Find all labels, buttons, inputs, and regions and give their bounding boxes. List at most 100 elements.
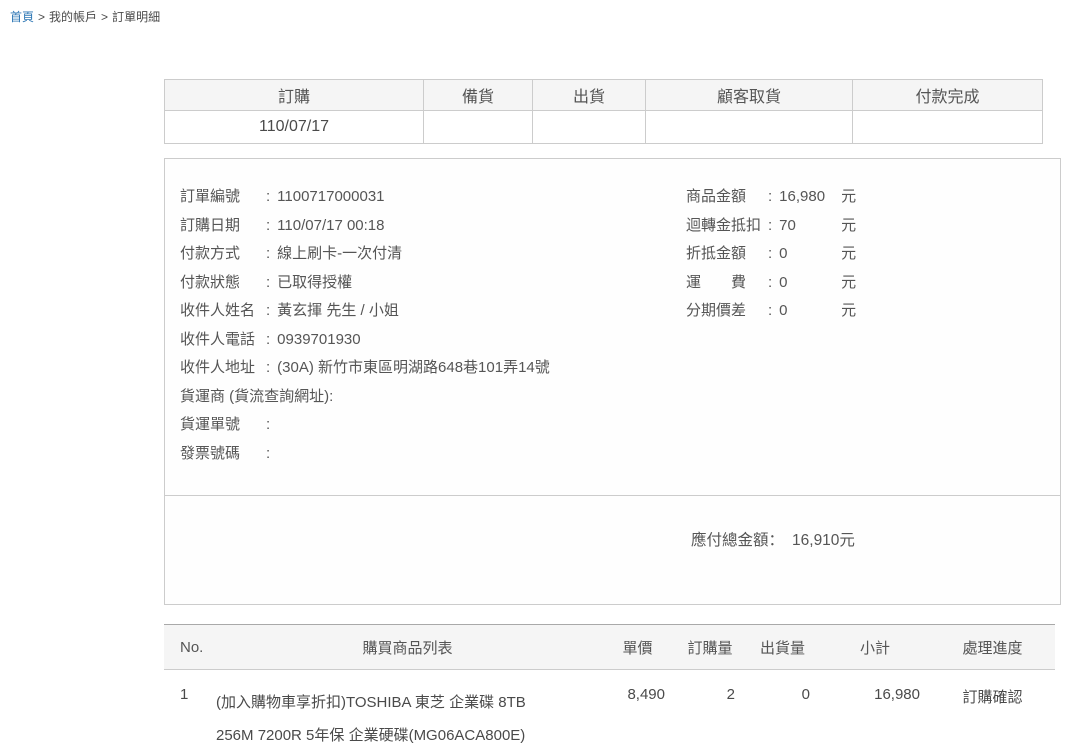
field-label: 付款方式 — [180, 240, 266, 269]
breadcrumb-item-order-detail: 訂單明細 — [112, 10, 160, 24]
field-value: 已取得授權 — [277, 274, 352, 291]
field-separator: : — [329, 388, 333, 405]
field-separator: : — [768, 217, 772, 234]
items-header-ship-qty: 出貨量 — [745, 625, 820, 670]
field-separator: : — [266, 245, 270, 262]
breadcrumb-separator: > — [101, 10, 108, 24]
field-value: 0939701930 — [277, 331, 360, 348]
item-product-line2: 256M 7200R 5年保 企業硬碟(MG06ACA800E) — [216, 719, 599, 752]
field-label: 折抵金額 — [686, 240, 768, 269]
field-invoice-number: 發票號碼: — [180, 440, 686, 469]
field-value: 線上刷卡-一次付清 — [277, 245, 402, 262]
field-label: 付款狀態 — [180, 269, 266, 298]
field-label: 貨運商 (貨流查詢網址) — [180, 383, 329, 412]
field-value: 黃玄揮 先生 / 小姐 — [277, 302, 399, 319]
field-value: 70 — [779, 212, 837, 241]
field-label: 分期價差 — [686, 297, 768, 326]
item-product-line1: (加入購物車享折扣)TOSHIBA 東芝 企業碟 8TB — [216, 686, 599, 719]
items-header-product: 購買商品列表 — [215, 625, 600, 670]
field-label: 運 費 — [686, 269, 768, 298]
field-label: 收件人電話 — [180, 326, 266, 355]
field-shipping-fee: 運 費:0元 — [686, 269, 1045, 298]
breadcrumb-separator: > — [38, 10, 45, 24]
field-value: 1100717000031 — [277, 188, 384, 205]
field-label: 迴轉金抵扣 — [686, 212, 768, 241]
main-content: 訂購 備貨 出貨 顧客取貨 付款完成 110/07/17 訂單編號:110071… — [164, 79, 1075, 753]
field-payment-status: 付款狀態: 已取得授權 — [180, 269, 686, 298]
status-value-shipped — [533, 111, 646, 144]
field-label: 訂單編號 — [180, 183, 266, 212]
field-separator: : — [266, 188, 270, 205]
status-header-row: 訂購 備貨 出貨 顧客取貨 付款完成 — [165, 80, 1043, 111]
field-carrier: 貨運商 (貨流查詢網址): — [180, 383, 686, 412]
order-total-section: 應付總金額： 16,910元 — [165, 496, 1060, 604]
items-header-unit-price: 單價 — [600, 625, 675, 670]
currency-unit: 元 — [841, 217, 856, 234]
field-recipient-phone: 收件人電話:0939701930 — [180, 326, 686, 355]
field-label: 商品金額 — [686, 183, 768, 212]
order-info-left-column: 訂單編號:1100717000031 訂購日期:110/07/17 00:18 … — [180, 183, 686, 475]
field-separator: : — [266, 274, 270, 291]
field-payment-method: 付款方式: 線上刷卡-一次付清 — [180, 240, 686, 269]
item-subtotal: 16,980 — [820, 670, 930, 753]
field-tracking-number: 貨運單號: — [180, 411, 686, 440]
currency-unit: 元 — [841, 274, 856, 291]
item-process-status: 訂購確認 — [930, 670, 1055, 753]
order-info-section: 訂單編號:1100717000031 訂購日期:110/07/17 00:18 … — [165, 159, 1060, 495]
currency-unit: 元 — [841, 245, 856, 262]
status-header-customer-pickup: 顧客取貨 — [646, 80, 853, 111]
item-order-qty: 2 — [675, 670, 745, 753]
field-rebate-deduction: 迴轉金抵扣:70元 — [686, 212, 1045, 241]
breadcrumb: 首頁 > 我的帳戶 > 訂單明細 — [0, 0, 1075, 22]
status-header-preparing: 備貨 — [424, 80, 533, 111]
field-separator: : — [768, 302, 772, 319]
field-label: 訂購日期 — [180, 212, 266, 241]
breadcrumb-item-my-account[interactable]: 我的帳戶 — [49, 10, 97, 24]
field-label: 收件人地址 — [180, 354, 266, 383]
items-header-order-qty: 訂購量 — [675, 625, 745, 670]
field-recipient-address: 收件人地址: (30A) 新竹市東區明湖路648巷101弄14號 — [180, 354, 686, 383]
items-header-row: No. 購買商品列表 單價 訂購量 出貨量 小計 處理進度 — [164, 625, 1055, 670]
item-ship-qty: 0 — [745, 670, 820, 753]
status-value-ordered-date: 110/07/17 — [165, 111, 424, 144]
field-label: 收件人姓名 — [180, 297, 266, 326]
field-separator: : — [266, 331, 270, 348]
field-separator: : — [266, 302, 270, 319]
status-header-shipped: 出貨 — [533, 80, 646, 111]
field-value: 0 — [779, 297, 837, 326]
total-payable-value: 16,910元 — [792, 532, 855, 549]
field-separator: : — [266, 445, 270, 462]
currency-unit: 元 — [841, 302, 856, 319]
field-separator: : — [768, 274, 772, 291]
items-header-no: No. — [164, 625, 215, 670]
order-status-table: 訂購 備貨 出貨 顧客取貨 付款完成 110/07/17 — [164, 79, 1043, 144]
total-payable-label: 應付總金額： — [691, 532, 784, 549]
items-header-status: 處理進度 — [930, 625, 1055, 670]
status-header-payment-complete: 付款完成 — [853, 80, 1043, 111]
field-discount-amount: 折抵金額:0元 — [686, 240, 1045, 269]
purchased-items-table: No. 購買商品列表 單價 訂購量 出貨量 小計 處理進度 1 (加入購物車享折… — [164, 624, 1055, 753]
order-info-right-column: 商品金額:16,980元 迴轉金抵扣:70元 折抵金額:0元 運 費:0元 分期… — [686, 183, 1045, 475]
field-value: (30A) 新竹市東區明湖路648巷101弄14號 — [277, 359, 550, 376]
status-header-ordered: 訂購 — [165, 80, 424, 111]
status-value-preparing — [424, 111, 533, 144]
field-recipient-name: 收件人姓名: 黃玄揮 先生 / 小姐 — [180, 297, 686, 326]
item-unit-price: 8,490 — [600, 670, 675, 753]
field-value: 0 — [779, 269, 837, 298]
field-separator: : — [768, 188, 772, 205]
order-detail-box: 訂單編號:1100717000031 訂購日期:110/07/17 00:18 … — [164, 158, 1061, 605]
currency-unit: 元 — [841, 188, 856, 205]
field-separator: : — [266, 359, 270, 376]
items-header-subtotal: 小計 — [820, 625, 930, 670]
item-row: 1 (加入購物車享折扣)TOSHIBA 東芝 企業碟 8TB 256M 7200… — [164, 670, 1055, 753]
field-value: 0 — [779, 240, 837, 269]
status-value-payment-complete — [853, 111, 1043, 144]
breadcrumb-link-home[interactable]: 首頁 — [10, 10, 34, 24]
item-product-name: (加入購物車享折扣)TOSHIBA 東芝 企業碟 8TB 256M 7200R … — [215, 670, 600, 753]
status-value-customer-pickup — [646, 111, 853, 144]
field-label: 發票號碼 — [180, 440, 266, 469]
field-order-number: 訂單編號:1100717000031 — [180, 183, 686, 212]
field-product-amount: 商品金額:16,980元 — [686, 183, 1045, 212]
status-value-row: 110/07/17 — [165, 111, 1043, 144]
field-separator: : — [768, 245, 772, 262]
